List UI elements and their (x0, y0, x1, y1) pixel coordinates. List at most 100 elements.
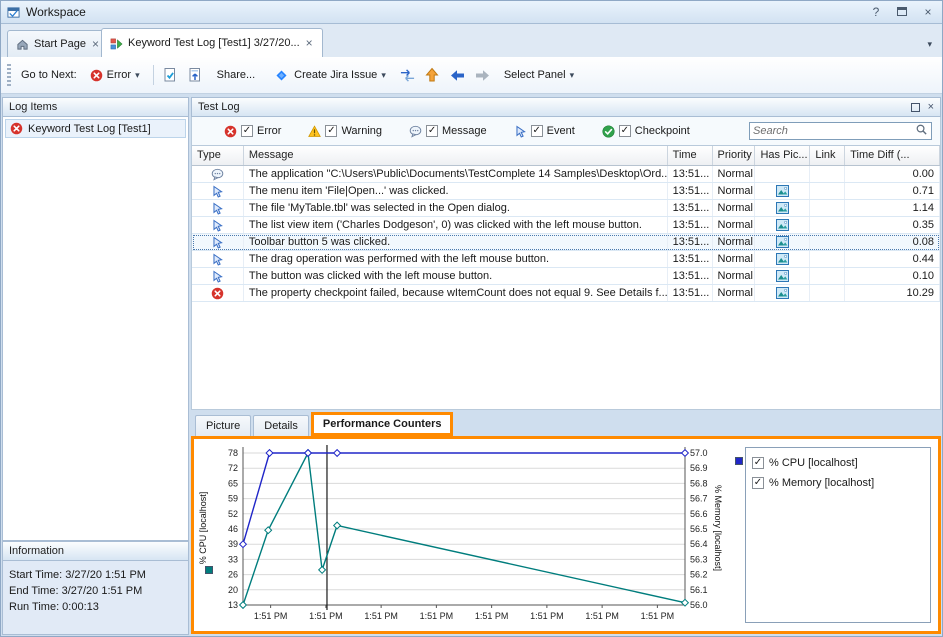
picture-icon[interactable] (776, 287, 789, 300)
log-item-keyword-test-log[interactable]: Keyword Test Log [Test1] (5, 119, 186, 138)
row-priority-cell: Normal (713, 200, 756, 216)
table-column-headers: TypeMessageTimePriorityHas Pic...LinkTim… (192, 146, 940, 166)
svg-text:20: 20 (228, 585, 238, 595)
tab-start-page[interactable]: Start Page × (7, 30, 109, 57)
row-time-cell: 13:51... (668, 217, 713, 233)
legend-label: % CPU [localhost] (769, 457, 858, 469)
row-haspic-cell (755, 268, 810, 284)
row-type-cell (192, 251, 244, 267)
picture-icon[interactable] (776, 236, 789, 249)
picture-icon[interactable] (776, 270, 789, 283)
row-type-cell (192, 234, 244, 250)
column-header-type[interactable]: Type (192, 146, 244, 165)
picture-icon[interactable] (776, 185, 789, 198)
tab-close-icon[interactable]: × (91, 37, 100, 51)
table-row[interactable]: The menu item 'File|Open...' was clicked… (192, 183, 940, 200)
tab-close-icon[interactable]: × (305, 36, 314, 50)
upload-results-icon[interactable] (424, 67, 441, 84)
search-input[interactable] (753, 125, 915, 137)
dock-icon[interactable] (894, 5, 910, 19)
picture-icon[interactable] (776, 219, 789, 232)
open-log-icon[interactable] (162, 67, 179, 84)
create-jira-issue-button[interactable]: Create Jira Issue ▾ (268, 64, 391, 87)
toolbar-grip[interactable] (7, 64, 11, 86)
legend-checkbox[interactable]: ✓ (752, 477, 764, 489)
filter-checkbox-checkpoint[interactable]: ✓ (619, 125, 631, 137)
row-haspic-cell (755, 285, 810, 301)
share-button[interactable]: Share... (212, 66, 261, 84)
next-result-icon[interactable] (474, 67, 491, 84)
column-header-priority[interactable]: Priority (713, 146, 756, 165)
filter-label-message: Message (442, 125, 487, 137)
legend-checkbox[interactable]: ✓ (752, 457, 764, 469)
row-priority-cell: Normal (713, 251, 756, 267)
export-log-icon[interactable] (187, 67, 204, 84)
tab-label: Start Page (34, 38, 86, 50)
row-time-cell: 13:51... (668, 268, 713, 284)
log-items-title: Log Items (9, 101, 57, 113)
row-priority-cell: Normal (713, 166, 756, 182)
maximize-panel-icon[interactable] (911, 103, 920, 112)
table-row[interactable]: The button was clicked with the left mou… (192, 268, 940, 285)
error-icon (90, 69, 103, 82)
table-row[interactable]: The application "C:\Users\Public\Documen… (192, 166, 940, 183)
event-icon (211, 202, 224, 215)
legend-label: % Memory [localhost] (769, 477, 874, 489)
filter-label-error: Error (257, 125, 281, 137)
table-row[interactable]: The property checkpoint failed, because … (192, 285, 940, 302)
svg-text:52: 52 (228, 509, 238, 519)
tab-list-dropdown-icon[interactable]: ▾ (927, 39, 932, 50)
message-icon (211, 168, 224, 181)
svg-text:56.9: 56.9 (690, 463, 708, 473)
home-icon (16, 38, 29, 51)
row-time-cell: 13:51... (668, 200, 713, 216)
table-row[interactable]: The list view item ('Charles Dodgeson', … (192, 217, 940, 234)
event-icon (211, 185, 224, 198)
tab-performance-counters[interactable]: Performance Counters (311, 412, 454, 436)
table-row[interactable]: The drag operation was performed with th… (192, 251, 940, 268)
row-haspic-cell (755, 183, 810, 199)
error-icon (224, 125, 237, 138)
svg-text:1:51 PM: 1:51 PM (309, 611, 343, 621)
svg-text:59: 59 (228, 494, 238, 504)
filter-error: ✓ Error (224, 125, 281, 138)
close-panel-icon[interactable]: × (928, 101, 934, 113)
close-icon[interactable]: × (920, 5, 936, 19)
performance-chart[interactable]: 7857.07256.96556.85956.75256.64656.53956… (195, 441, 711, 629)
previous-result-icon[interactable] (449, 67, 466, 84)
search-icon[interactable] (915, 123, 928, 139)
row-link-cell (810, 183, 845, 199)
tab-keyword-test-log[interactable]: Keyword Test Log [Test1] 3/27/20... × (101, 28, 323, 57)
column-header-message[interactable]: Message (244, 146, 668, 165)
row-timediff-cell: 0.35 (845, 217, 940, 233)
test-log-title: Test Log (198, 101, 240, 113)
select-panel-button[interactable]: Select Panel ▾ (499, 66, 579, 84)
table-row[interactable]: The file 'MyTable.tbl' was selected in t… (192, 200, 940, 217)
table-row[interactable]: Toolbar button 5 was clicked.13:51...Nor… (192, 234, 940, 251)
chevron-down-icon: ▾ (570, 70, 575, 81)
help-button[interactable]: ? (868, 5, 884, 19)
event-icon (514, 125, 527, 138)
row-priority-cell: Normal (713, 268, 756, 284)
column-header-has-pic-[interactable]: Has Pic... (755, 146, 810, 165)
search-box (749, 122, 932, 140)
go-to-next-error-button[interactable]: Error ▾ (85, 66, 145, 85)
picture-icon[interactable] (776, 253, 789, 266)
tab-details[interactable]: Details (253, 415, 309, 436)
column-header-time[interactable]: Time (668, 146, 713, 165)
picture-icon[interactable] (776, 202, 789, 215)
row-haspic-cell (755, 234, 810, 250)
filter-checkbox-message[interactable]: ✓ (426, 125, 438, 137)
row-message-cell: The application "C:\Users\Public\Documen… (244, 166, 668, 182)
jira-workflow-icon[interactable] (399, 67, 416, 84)
log-items-list: Keyword Test Log [Test1] (2, 117, 189, 541)
filter-checkbox-error[interactable]: ✓ (241, 125, 253, 137)
filter-checkbox-warning[interactable]: ✓ (325, 125, 337, 137)
row-link-cell (810, 234, 845, 250)
tab-picture[interactable]: Picture (195, 415, 251, 436)
row-type-cell (192, 200, 244, 216)
filter-checkbox-event[interactable]: ✓ (531, 125, 543, 137)
column-header-time-diff-[interactable]: Time Diff (... (845, 146, 940, 165)
column-header-link[interactable]: Link (810, 146, 845, 165)
test-log-table: TypeMessageTimePriorityHas Pic...LinkTim… (191, 146, 941, 410)
